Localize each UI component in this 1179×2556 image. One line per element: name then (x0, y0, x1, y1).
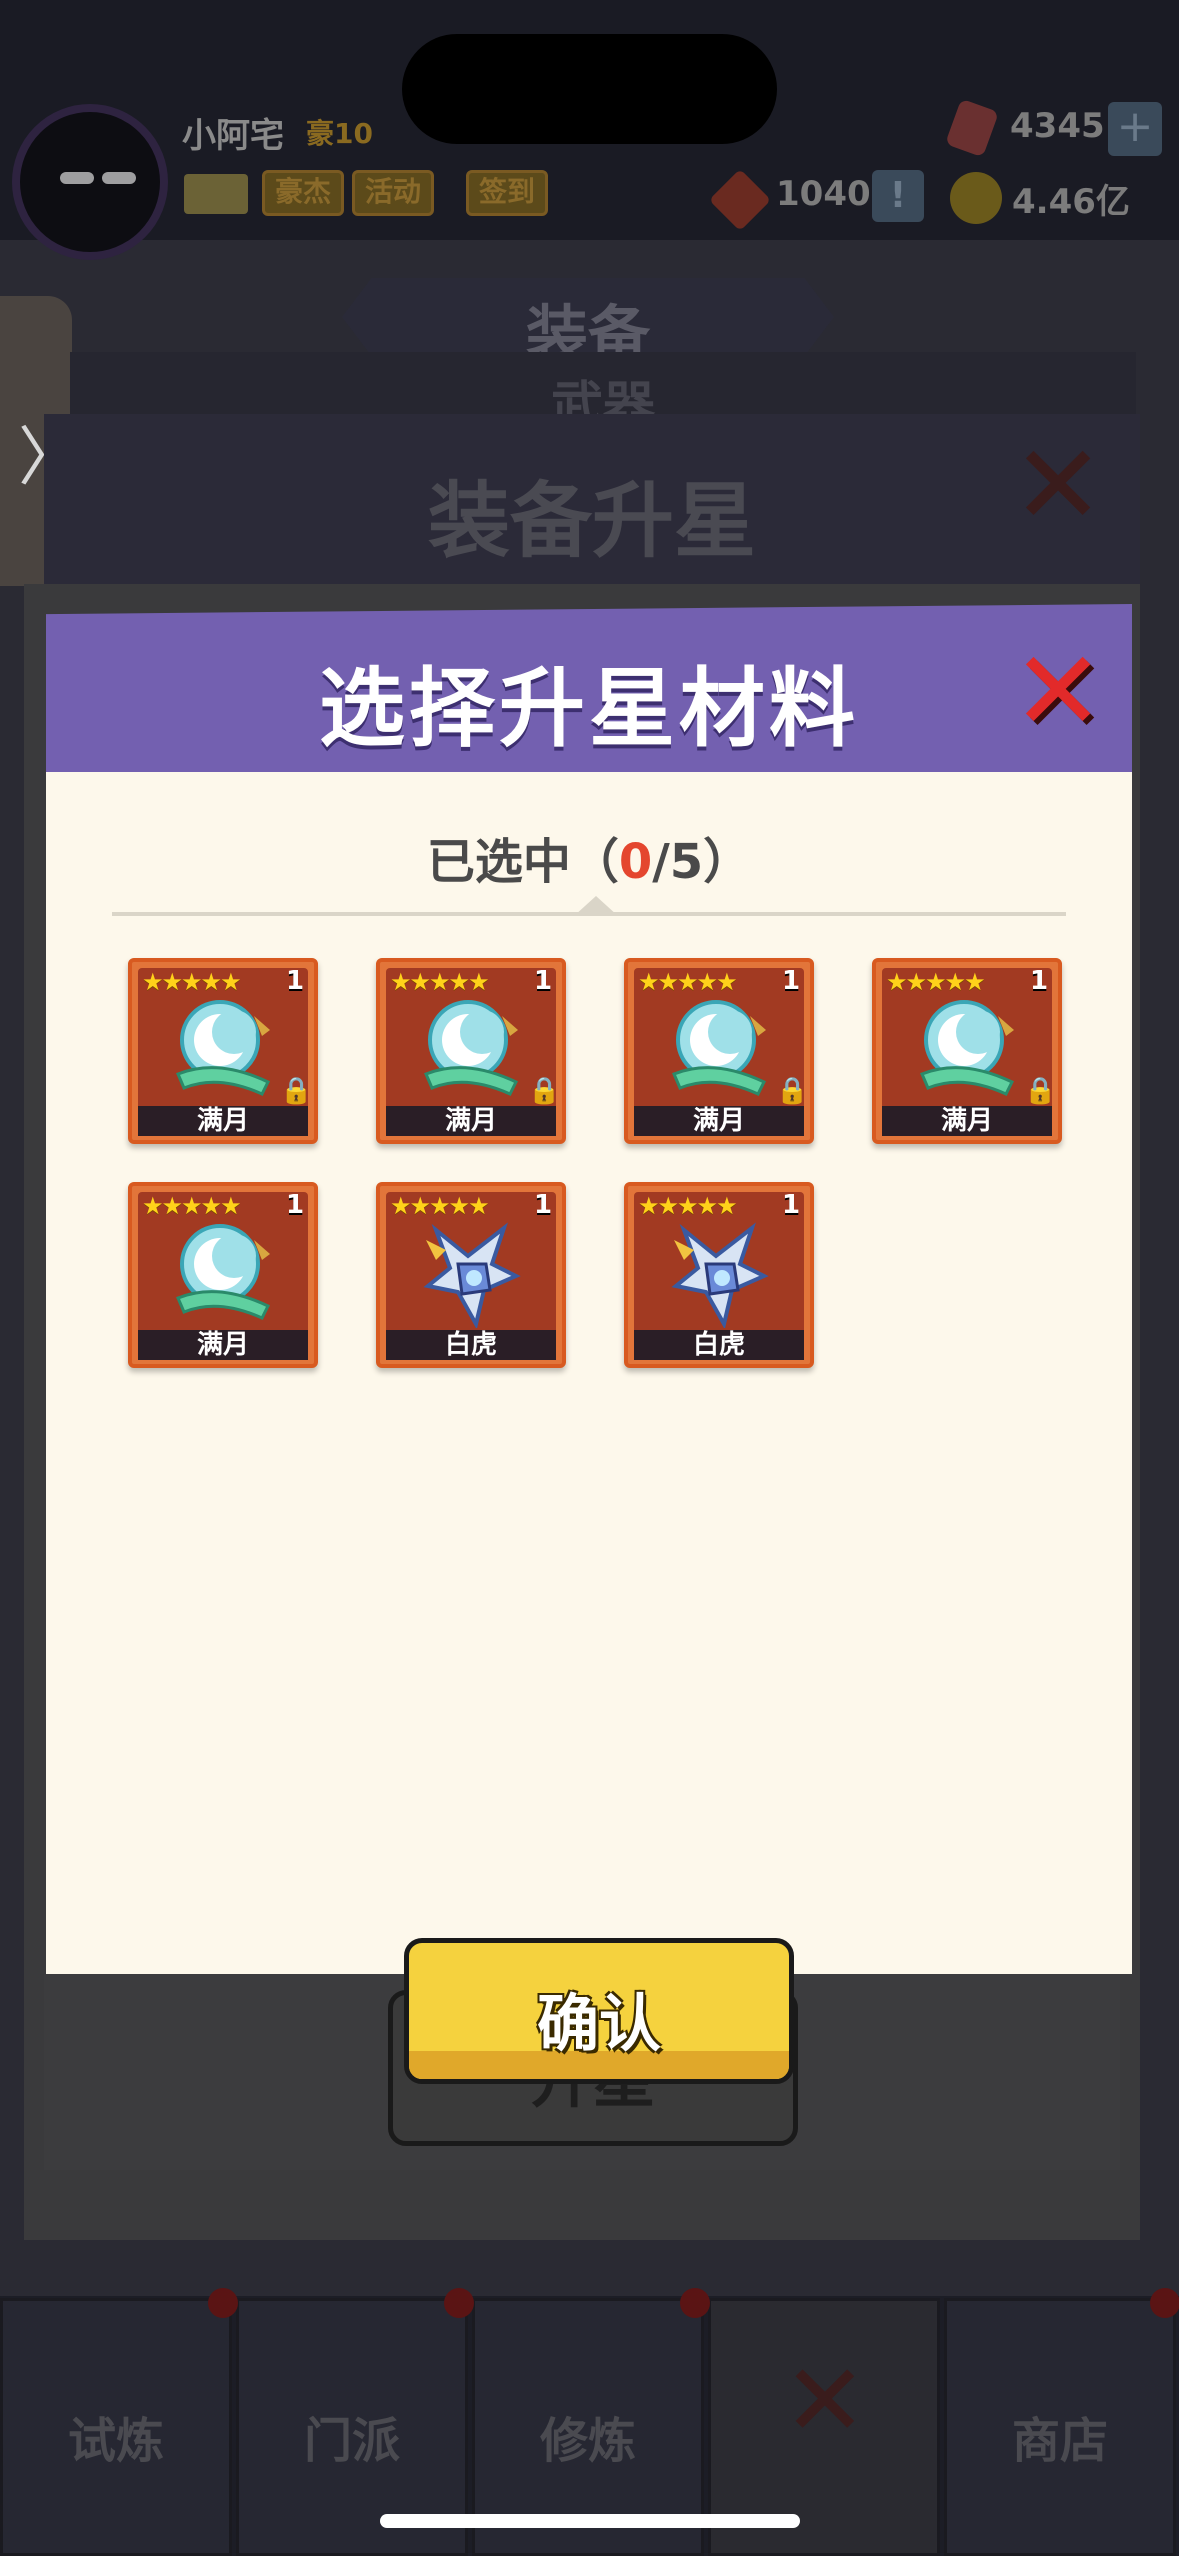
item-level: 1 (286, 966, 305, 996)
star-rating: ★★★★★ (886, 968, 986, 996)
upstar-panel-title: 装备升星 (427, 474, 756, 569)
item-name: 满月 (882, 1106, 1052, 1136)
moon-weapon-icon (654, 996, 790, 1104)
item-level: 1 (782, 966, 801, 996)
lock-icon: 🔒 (528, 1076, 561, 1106)
star-rating: ★★★★★ (142, 968, 242, 996)
star-rating: ★★★★★ (390, 1192, 490, 1220)
material-card[interactable]: 白虎 ★★★★★ 1 (376, 1182, 566, 1368)
item-name: 满月 (386, 1106, 556, 1136)
nav-shop-label: 商店 (1011, 2413, 1108, 2469)
nav-sect-label: 门派 (303, 2413, 400, 2469)
material-card-art-bg: 白虎 ★★★★★ 1 (386, 1190, 556, 1360)
item-name: 满月 (634, 1106, 804, 1136)
select-material-dialog: 选择升星材料 ✕ 已选中（0/5） 满月 🔒 ★★★★★ 1 满月 🔒 ★★★★★ 1 满月 🔒 ★… (46, 604, 1132, 2084)
nav-shop-notification-dot (1150, 2288, 1179, 2318)
material-card[interactable]: 白虎 ★★★★★ 1 (624, 1182, 814, 1368)
avatar-eye-left (60, 172, 94, 184)
selected-count-label: 已选中（0/5） (46, 822, 1132, 892)
nav-trial-notification-dot (208, 2288, 238, 2318)
nav-sect-notification-dot (444, 2288, 474, 2318)
avatar[interactable] (12, 104, 168, 260)
material-card-art-bg: 白虎 ★★★★★ 1 (634, 1190, 804, 1360)
nav-trial-label: 试炼 (67, 2413, 164, 2469)
material-card[interactable]: 满月 🔒 ★★★★★ 1 (376, 958, 566, 1144)
section-banner: 装备 (342, 278, 834, 356)
equipment-subpanel-header: 武器 (70, 352, 1136, 437)
dialog-body: 已选中（0/5） 满月 🔒 ★★★★★ 1 满月 🔒 ★★★★★ 1 满月 🔒 ★★★★★ 1 满月 🔒 ★… (46, 772, 1132, 2084)
gem-count: 4345 (1010, 106, 1105, 146)
item-level: 1 (1030, 966, 1049, 996)
star-rating: ★★★★★ (638, 1192, 738, 1220)
dialog-title: 选择升星材料 (319, 659, 859, 759)
nav-shop[interactable]: 商店 (944, 2298, 1176, 2556)
confirm-button[interactable]: 确认 (404, 1938, 794, 2084)
white-tiger-gauntlet-icon (654, 1220, 790, 1330)
material-card-art-bg: 满月 🔒 ★★★★★ 1 (634, 966, 808, 1136)
material-card-art-bg: 满月 🔒 ★★★★★ 1 (386, 966, 560, 1136)
divider-caret (574, 896, 618, 916)
moon-weapon-icon (158, 1220, 294, 1328)
star-rating: ★★★★★ (638, 968, 738, 996)
material-card[interactable]: 满月 🔒 ★★★★★ 1 (872, 958, 1062, 1144)
item-level: 1 (534, 1190, 553, 1220)
item-level: 1 (782, 1190, 801, 1220)
moon-weapon-icon (158, 996, 294, 1104)
material-card[interactable]: 满月 🔒 ★★★★★ 1 (128, 958, 318, 1144)
white-tiger-gauntlet-icon (406, 1220, 542, 1330)
moon-weapon-icon (902, 996, 1038, 1104)
item-name: 满月 (138, 1106, 308, 1136)
item-level: 1 (286, 1190, 305, 1220)
mail-icon[interactable] (184, 174, 248, 214)
ticket-count: 1040 (776, 174, 871, 214)
confirm-button-label: 确认 (536, 1987, 661, 2060)
material-card-art-bg: 满月 ★★★★★ 1 (138, 1190, 308, 1360)
item-level: 1 (534, 966, 553, 996)
star-rating: ★★★★★ (390, 968, 490, 996)
selected-count: 0 (618, 834, 653, 890)
item-name: 白虎 (634, 1330, 804, 1360)
item-name: 白虎 (386, 1330, 556, 1360)
panel-close-icon[interactable]: ✕ (1012, 430, 1104, 540)
tag-heroes-button[interactable]: 豪杰 (262, 170, 345, 216)
tag-events-button[interactable]: 活动 (352, 170, 435, 216)
item-name: 满月 (138, 1330, 308, 1360)
selected-prefix: 已选中（ (426, 834, 619, 890)
material-card-art-bg: 满月 🔒 ★★★★★ 1 (138, 966, 312, 1136)
star-rating: ★★★★★ (142, 1192, 242, 1220)
nav-close-icon: ✕ (783, 2342, 867, 2459)
avatar-eye-right (102, 172, 136, 184)
gold-coin-icon (950, 172, 1002, 224)
material-card[interactable]: 满月 🔒 ★★★★★ 1 (624, 958, 814, 1144)
close-icon: ✕ (1012, 627, 1105, 755)
lock-icon: 🔒 (776, 1076, 809, 1106)
dialog-close-button[interactable]: ✕ (1012, 636, 1108, 746)
nav-cultivate-notification-dot (680, 2288, 710, 2318)
material-card-art-bg: 满月 🔒 ★★★★★ 1 (882, 966, 1056, 1136)
upstar-panel-header: 装备升星 (44, 414, 1140, 584)
dialog-header: 选择升星材料 (46, 604, 1132, 772)
selected-suffix: ） (703, 834, 752, 890)
vip-level-badge: 豪10 (306, 117, 373, 150)
moon-weapon-icon (406, 996, 542, 1104)
material-card[interactable]: 满月 ★★★★★ 1 (128, 1182, 318, 1368)
home-indicator (380, 2514, 800, 2528)
selected-separator: / (652, 834, 670, 890)
username: 小阿宅 (182, 116, 284, 156)
gold-count: 4.46亿 (1012, 182, 1130, 222)
lock-icon: 🔒 (280, 1076, 313, 1106)
ticket-info-button[interactable]: ! (872, 170, 924, 222)
selected-max: 5 (669, 834, 704, 890)
nav-cultivate-label: 修炼 (539, 2413, 636, 2469)
lock-icon: 🔒 (1024, 1076, 1057, 1106)
add-gems-button[interactable]: + (1108, 102, 1162, 156)
tag-checkin-button[interactable]: 签到 (466, 170, 549, 216)
nav-trial[interactable]: 试炼 (0, 2298, 232, 2556)
device-notch (402, 34, 777, 144)
